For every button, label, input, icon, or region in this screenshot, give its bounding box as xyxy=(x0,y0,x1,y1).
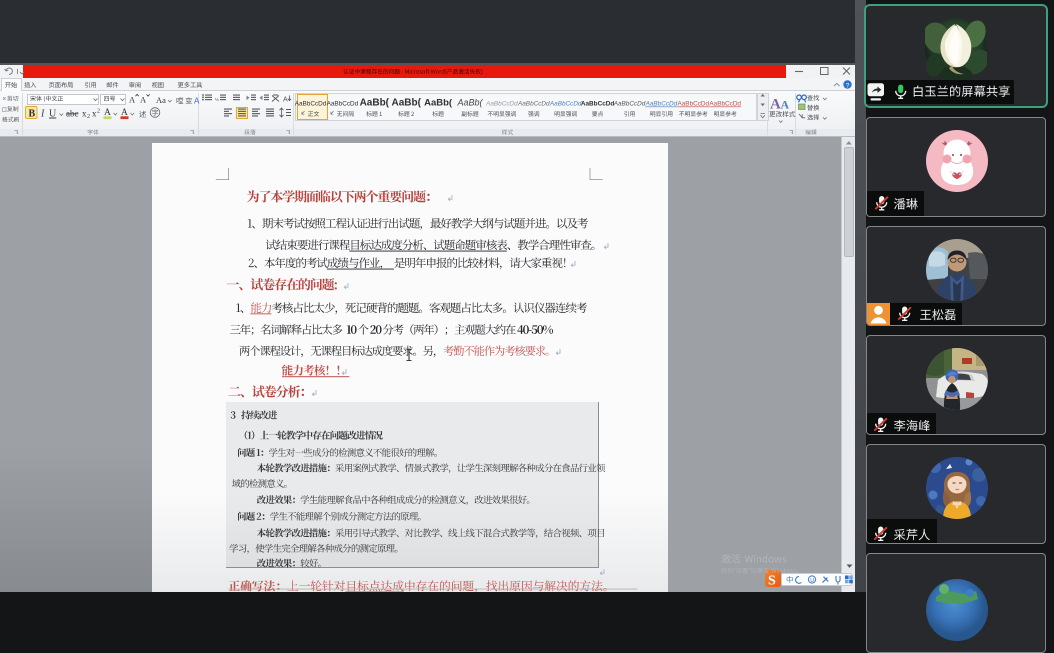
svg-text:A: A xyxy=(781,98,790,112)
svg-text:AaBbCcDd: AaBbCcDd xyxy=(485,101,518,108)
svg-text:A: A xyxy=(770,97,781,113)
svg-text:A: A xyxy=(283,97,288,104)
svg-text:AaBbCcDd: AaBbCcDd xyxy=(581,101,614,108)
svg-text:AaBbCcDd: AaBbCcDd xyxy=(295,101,327,108)
svg-text:AaBbCcDd: AaBbCcDd xyxy=(677,101,709,108)
svg-text:Aa: Aa xyxy=(156,95,166,105)
svg-text:⅓: ⅓ xyxy=(215,97,219,102)
svg-text:A: A xyxy=(129,95,136,105)
svg-text:AaBbCcDd: AaBbCcDd xyxy=(549,101,582,108)
svg-text:A: A xyxy=(194,97,200,106)
svg-text:AaBb(: AaBb( xyxy=(360,98,390,109)
svg-text:2: 2 xyxy=(97,109,100,115)
svg-text:AaBb(: AaBb( xyxy=(391,98,421,109)
svg-text:AaBbCcDd: AaBbCcDd xyxy=(613,101,646,108)
svg-text:2: 2 xyxy=(87,114,90,120)
svg-text:B: B xyxy=(29,109,36,120)
svg-text:AaBbCcDd: AaBbCcDd xyxy=(709,101,741,108)
svg-text:U: U xyxy=(49,109,57,120)
svg-text:AaBbCcDd: AaBbCcDd xyxy=(645,101,678,108)
svg-text:AaBbCcDd: AaBbCcDd xyxy=(327,101,359,108)
svg-text:AaBb(: AaBb( xyxy=(424,98,453,109)
svg-text:S: S xyxy=(768,574,776,589)
svg-text:AaBb(: AaBb( xyxy=(456,98,483,108)
svg-text:U: U xyxy=(810,578,814,584)
svg-text:I: I xyxy=(40,109,45,120)
svg-text:A: A xyxy=(140,95,147,105)
svg-text:AaBbCcDd: AaBbCcDd xyxy=(517,101,550,108)
svg-text:abc: abc xyxy=(66,109,79,119)
svg-text:?: ? xyxy=(846,82,850,89)
